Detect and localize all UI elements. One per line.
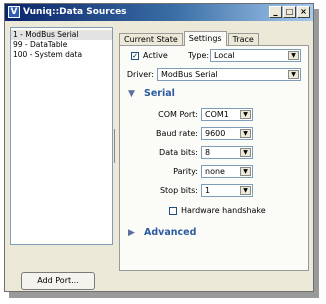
active-label: Active bbox=[143, 51, 168, 60]
parity-select[interactable]: none ▼ bbox=[201, 165, 253, 178]
serial-section-header[interactable]: Serial bbox=[144, 88, 175, 100]
expanded-triangle-icon[interactable]: ▼ bbox=[128, 88, 135, 100]
driver-select[interactable]: ModBus Serial ▼ bbox=[157, 68, 301, 81]
settings-panel: ✓ Active Type: Local ▼ Driver: ModBus Se… bbox=[119, 45, 309, 271]
tab-bar: Current State Settings Trace bbox=[119, 31, 260, 46]
chevron-down-icon: ▼ bbox=[240, 167, 251, 176]
advanced-section-header[interactable]: Advanced bbox=[144, 227, 196, 239]
splitter-grip bbox=[114, 129, 115, 163]
data-bits-value: 8 bbox=[205, 148, 211, 157]
com-port-value: COM1 bbox=[205, 110, 229, 119]
window-title: Vuniq::Data Sources bbox=[23, 7, 127, 17]
chevron-down-icon: ▼ bbox=[288, 70, 299, 79]
hardware-handshake-label: Hardware handshake bbox=[181, 206, 266, 215]
com-port-select[interactable]: COM1 ▼ bbox=[201, 108, 253, 121]
chevron-down-icon: ▼ bbox=[240, 148, 251, 157]
add-port-button[interactable]: Add Port... bbox=[21, 272, 95, 290]
stop-bits-value: 1 bbox=[205, 186, 211, 195]
type-label: Type: bbox=[188, 51, 210, 60]
check-icon: ✓ bbox=[132, 52, 138, 60]
chevron-down-icon: ▼ bbox=[240, 110, 251, 119]
baud-rate-value: 9600 bbox=[205, 129, 226, 138]
type-select[interactable]: Local ▼ bbox=[210, 49, 301, 62]
maximize-button[interactable]: □ bbox=[283, 6, 296, 18]
active-checkbox[interactable]: ✓ bbox=[131, 52, 139, 60]
baud-rate-label: Baud rate: bbox=[155, 129, 198, 138]
data-bits-label: Data bits: bbox=[159, 148, 198, 157]
type-value: Local bbox=[214, 51, 235, 60]
port-item-modbus-serial[interactable]: 1 - ModBus Serial bbox=[11, 30, 112, 40]
chevron-down-icon: ▼ bbox=[288, 51, 299, 60]
baud-rate-select[interactable]: 9600 ▼ bbox=[201, 127, 253, 140]
port-item-system-data[interactable]: 100 - System data bbox=[11, 50, 112, 60]
tab-settings[interactable]: Settings bbox=[183, 31, 227, 46]
close-button[interactable]: × bbox=[297, 6, 310, 18]
data-bits-select[interactable]: 8 ▼ bbox=[201, 146, 253, 159]
port-list[interactable]: 1 - ModBus Serial 99 - DataTable 100 - S… bbox=[10, 27, 113, 245]
stop-bits-select[interactable]: 1 ▼ bbox=[201, 184, 253, 197]
parity-value: none bbox=[205, 167, 225, 176]
splitter-handle[interactable] bbox=[113, 27, 117, 245]
driver-value: ModBus Serial bbox=[161, 70, 218, 79]
hardware-handshake-checkbox[interactable] bbox=[169, 207, 177, 215]
title-bar[interactable]: V Vuniq::Data Sources _ □ × bbox=[5, 4, 313, 21]
com-port-label: COM Port: bbox=[158, 110, 198, 119]
app-icon: V bbox=[8, 6, 20, 18]
minimize-button[interactable]: _ bbox=[269, 6, 282, 18]
chevron-down-icon: ▼ bbox=[240, 186, 251, 195]
stop-bits-label: Stop bits: bbox=[159, 186, 198, 195]
data-sources-window: V Vuniq::Data Sources _ □ × 1 - ModBus S… bbox=[4, 3, 314, 292]
chevron-down-icon: ▼ bbox=[240, 129, 251, 138]
collapsed-triangle-icon[interactable]: ▶ bbox=[128, 227, 135, 239]
parity-label: Parity: bbox=[173, 167, 198, 176]
port-item-datatable[interactable]: 99 - DataTable bbox=[11, 40, 112, 50]
driver-label: Driver: bbox=[126, 70, 154, 79]
